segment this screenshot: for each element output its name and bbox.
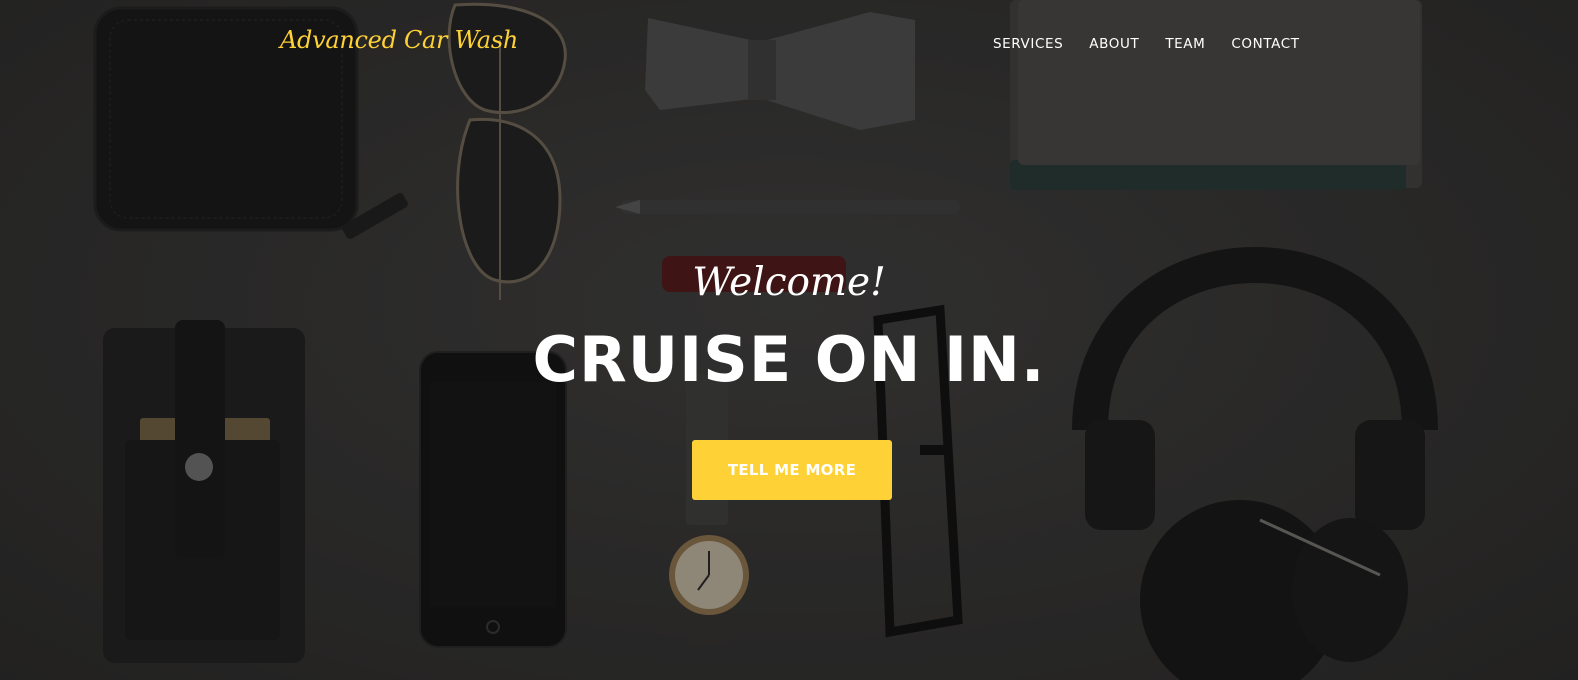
page: Advanced Car Wash SERVICES ABOUT TEAM CO… [0,0,1578,680]
tell-me-more-button[interactable]: TELL ME MORE [692,440,892,500]
hero-welcome-text: Welcome! [692,260,886,305]
hero-section: Welcome! CRUISE ON IN. TELL ME MORE [0,0,1578,680]
hero-headline: CRUISE ON IN. [532,323,1046,396]
